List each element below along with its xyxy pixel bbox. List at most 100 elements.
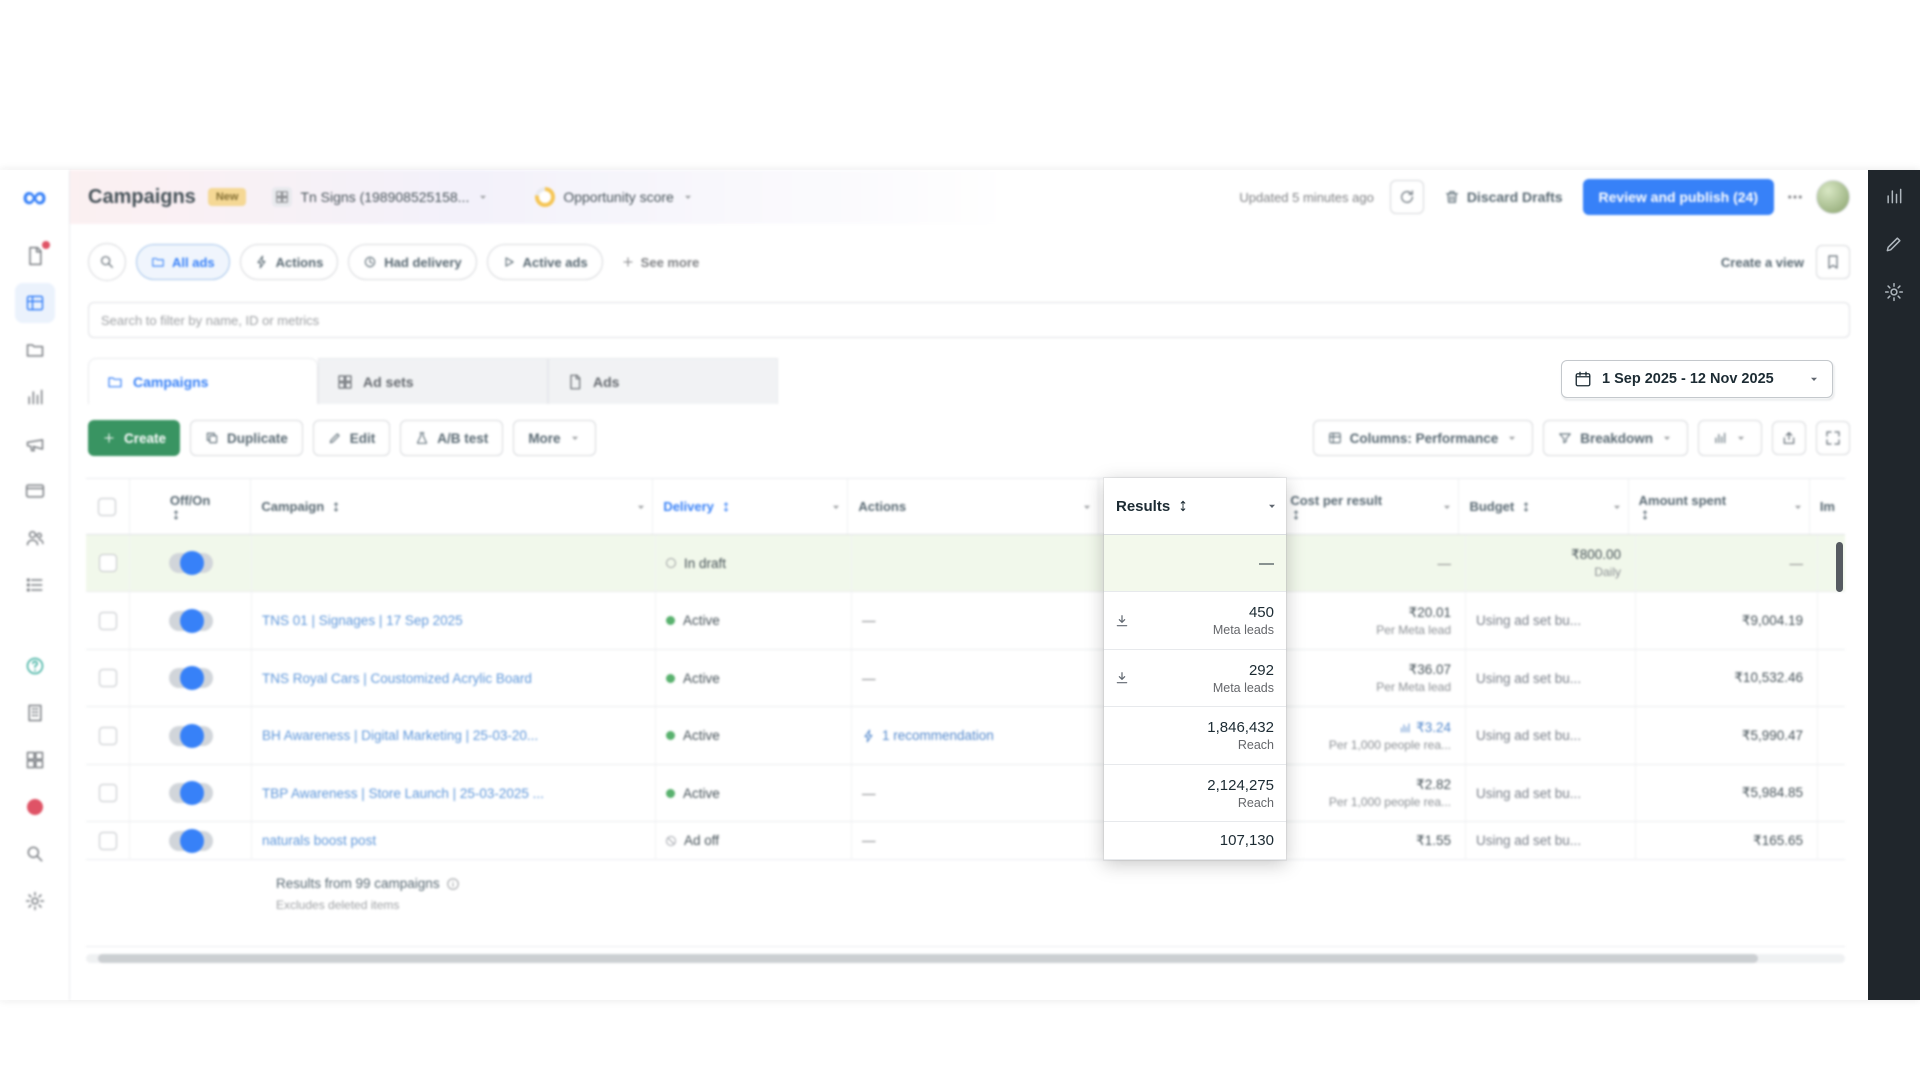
download-icon[interactable] [1114,613,1130,629]
horizontal-scrollbar-thumb[interactable] [98,954,1758,963]
duplicate-button[interactable]: Duplicate [190,420,303,456]
chevron-down-icon[interactable] [830,501,842,513]
sidebar-item-lists[interactable] [15,565,55,605]
ab-test-button[interactable]: A/B test [400,420,503,456]
reports-button[interactable] [1698,420,1762,456]
actions-cell: 1 recommendation [852,707,1104,764]
campaign-toggle[interactable] [169,831,213,851]
horizontal-scrollbar[interactable] [86,954,1845,963]
row-checkbox[interactable] [99,832,117,850]
strip-pencil-icon[interactable] [1884,234,1904,254]
campaign-name-link[interactable]: BH Awareness | Digital Marketing | 25-03… [262,728,538,743]
chevron-down-icon[interactable] [1081,501,1093,513]
row-checkbox[interactable] [99,612,117,630]
more-menu-icon[interactable] [1786,188,1804,206]
tab-campaigns[interactable]: Campaigns [88,358,318,404]
account-selector[interactable]: Tn Signs (198908525158... [272,187,489,207]
row-checkbox[interactable] [99,669,117,687]
results-cell: 450 Meta leads [1104,592,1286,650]
row-checkbox[interactable] [99,554,117,572]
chevron-down-icon[interactable] [1266,500,1278,512]
bookmark-button[interactable] [1816,245,1850,279]
extra-cell [1818,707,1845,764]
header-budget[interactable]: Budget [1459,479,1628,534]
search-input[interactable] [88,302,1850,338]
recommendation-link[interactable]: 1 recommendation [862,728,994,743]
tab-ads[interactable]: Ads [548,358,778,404]
sidebar-item-billing[interactable] [15,471,55,511]
discard-drafts-button[interactable]: Discard Drafts [1436,189,1571,205]
chevron-down-icon[interactable] [1441,501,1453,513]
campaign-toggle[interactable] [169,668,213,688]
strip-gear-icon[interactable] [1884,282,1904,302]
opportunity-score[interactable]: Opportunity score [535,187,694,207]
expand-button[interactable] [1816,421,1850,455]
campaign-name-link[interactable]: TNS Royal Cars | Coustomized Acrylic Boa… [262,671,532,686]
sidebar-item-audiences[interactable] [15,518,55,558]
chevron-down-icon[interactable] [1611,501,1623,513]
select-all-checkbox[interactable] [98,498,116,516]
extra-cell [1818,650,1845,706]
sidebar-item-ads-manager[interactable] [15,283,55,323]
campaign-name-link[interactable]: naturals boost post [262,833,376,848]
campaign-toggle[interactable] [169,553,213,573]
breakdown-button[interactable]: Breakdown [1543,420,1688,456]
budget-cell: Using ad set bu... [1466,707,1636,764]
campaign-toggle[interactable] [169,611,213,631]
vertical-scrollbar-thumb[interactable] [1836,542,1843,592]
header-cost-per-result[interactable]: Cost per result [1280,479,1459,534]
cost-trend-link[interactable]: ₹3.24 [1399,720,1451,736]
sidebar-notifications[interactable] [15,787,55,827]
delivery-cell: Active [656,707,852,764]
header-actions[interactable]: Actions [848,479,1099,534]
review-and-publish-button[interactable]: Review and publish (24) [1583,179,1774,215]
chevron-down-icon [1808,373,1820,385]
header-results[interactable]: Results [1104,478,1286,535]
meta-logo-icon[interactable]: ∞ [22,180,46,214]
avatar[interactable] [1816,180,1850,214]
topbar-right: Updated 5 minutes ago Discard Drafts Rev… [1239,179,1850,215]
refresh-button[interactable] [1390,180,1424,214]
row-checkbox[interactable] [99,727,117,745]
columns-button[interactable]: Columns: Performance [1313,420,1534,456]
campaign-name-link[interactable]: TNS 01 | Signages | 17 Sep 2025 [262,613,463,628]
create-a-view-button[interactable]: Create a view [1721,255,1804,270]
header-off-on[interactable]: Off/On [130,479,251,534]
campaign-name-link[interactable]: TBP Awareness | Store Launch | 25-03-202… [262,786,544,801]
folder-icon [107,374,123,390]
see-more-button[interactable]: See more [621,255,700,270]
header-campaign[interactable]: Campaign [251,479,653,534]
row-checkbox[interactable] [99,784,117,802]
sidebar-settings-icon[interactable] [15,881,55,921]
campaign-toggle[interactable] [169,726,213,746]
header-delivery[interactable]: Delivery [653,479,848,534]
sort-icon[interactable] [1176,499,1190,513]
chevron-down-icon[interactable] [1792,501,1804,513]
more-button[interactable]: More [513,420,595,456]
edit-button[interactable]: Edit [313,420,391,456]
create-button[interactable]: Create [88,420,180,456]
filter-pill-all-ads[interactable]: All ads [136,244,230,280]
date-range-selector[interactable]: 1 Sep 2025 - 12 Nov 2025 [1561,360,1833,398]
sidebar-item-reporting[interactable] [15,377,55,417]
export-button[interactable] [1772,421,1806,455]
strip-chart-icon[interactable] [1884,186,1904,206]
download-icon[interactable] [1114,670,1130,686]
sidebar-item-campaigns[interactable] [15,236,55,276]
filter-pill-had-delivery[interactable]: Had delivery [348,244,476,280]
help-icon[interactable] [15,646,55,686]
info-icon[interactable] [446,877,460,891]
sidebar-item-apps[interactable] [15,740,55,780]
chevron-down-icon[interactable] [635,501,647,513]
search-button[interactable] [88,243,126,281]
main-area: Campaigns New Tn Signs (198908525158... … [70,170,1868,1000]
campaign-toggle[interactable] [169,783,213,803]
tab-ad-sets[interactable]: Ad sets [318,358,548,404]
sidebar-search-icon[interactable] [15,834,55,874]
sidebar-item-assets[interactable] [15,330,55,370]
sidebar-item-promotions[interactable] [15,424,55,464]
filter-pill-actions[interactable]: Actions [240,244,339,280]
header-amount-spent[interactable]: Amount spent [1629,479,1810,534]
filter-pill-active-ads[interactable]: Active ads [487,244,603,280]
sidebar-item-business[interactable] [15,693,55,733]
